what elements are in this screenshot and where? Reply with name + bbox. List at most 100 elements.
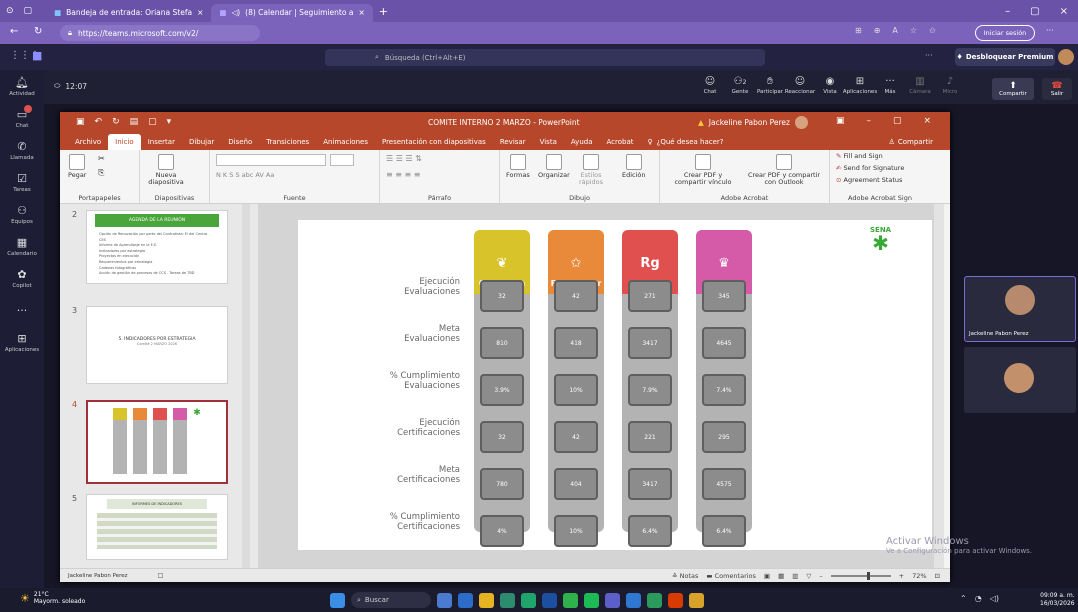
browser-tab-calendar[interactable]: ■ ◁) (8) Calendar | Seguimiento a × — [211, 3, 373, 22]
workspaces-icon[interactable]: ▢ — [24, 6, 33, 16]
volume-icon[interactable]: ◁) — [990, 594, 999, 603]
rail-item-llamada[interactable]: ✆ Llamada — [0, 134, 44, 166]
tab-archivo[interactable]: Archivo — [68, 134, 108, 150]
tab-vista[interactable]: Vista — [533, 134, 564, 150]
avatar[interactable] — [794, 116, 808, 129]
tab-presentacion[interactable]: Presentación con diapositivas — [375, 134, 493, 150]
tab-dibujar[interactable]: Dibujar — [182, 134, 221, 150]
slide-thumbnail[interactable]: AGENDA DE LA REUNIÓN Opción de Renovació… — [86, 210, 228, 284]
send-signature-button[interactable]: ✍ Send for Signature — [836, 164, 904, 172]
spotify-icon[interactable] — [584, 592, 599, 608]
wifi-icon[interactable]: ◔ — [975, 594, 982, 603]
minimize-icon[interactable]: – — [1005, 6, 1010, 17]
avatar[interactable] — [1058, 49, 1074, 65]
back-icon[interactable]: ← — [10, 26, 18, 37]
paste-button[interactable]: Pegar — [68, 154, 86, 179]
maximize-icon[interactable]: ▢ — [1030, 6, 1039, 17]
editing-button[interactable]: Edición — [622, 154, 646, 179]
sign-in-button[interactable]: Iniciar sesión — [975, 25, 1035, 41]
teams-icon[interactable] — [605, 592, 620, 608]
weather-widget[interactable]: ☀ 21°C Mayorm. soleado — [20, 591, 85, 605]
ribbon-options-icon[interactable]: ▣ — [836, 116, 845, 126]
widgets-icon[interactable] — [437, 592, 452, 608]
whatsapp-icon[interactable] — [563, 592, 578, 608]
start-icon[interactable] — [330, 592, 345, 608]
settings-icon[interactable] — [689, 592, 704, 608]
slide-canvas[interactable]: Ejecución Evaluaciones Meta Evaluaciones % C… — [298, 220, 932, 550]
read-aloud-icon[interactable]: A — [892, 26, 897, 35]
close-icon[interactable]: × — [924, 116, 932, 126]
new-tab-icon[interactable]: + — [379, 5, 388, 18]
create-pdf-outlook-button[interactable]: Crear PDF y compartir con Outlook — [746, 154, 822, 187]
leave-button[interactable]: ☎ Salir — [1042, 78, 1072, 100]
tab-insertar[interactable]: Insertar — [141, 134, 182, 150]
rail-item-actividad[interactable]: 🔔︎ Actividad — [0, 70, 44, 102]
edge-icon[interactable] — [500, 592, 515, 608]
notes-button[interactable]: ≙ Notas — [672, 572, 698, 580]
start-from-beginning-icon[interactable]: ▤ — [130, 117, 139, 127]
close-tab-icon[interactable]: × — [358, 8, 364, 17]
share-button[interactable]: ♙ Compartir — [882, 134, 940, 150]
tray-chevron-icon[interactable]: ⌃ — [960, 594, 967, 603]
task-view-icon[interactable] — [458, 592, 473, 608]
slide-thumbnail[interactable]: 5. INDICADORES POR ESTRATEGIA Comité 2 M… — [86, 306, 228, 384]
copy-icon[interactable]: ⎘ — [98, 168, 104, 177]
apps-icon[interactable]: ⊞ — [855, 26, 862, 35]
slide-scrollbar[interactable] — [934, 204, 944, 568]
tab-transiciones[interactable]: Transiciones — [259, 134, 316, 150]
store-icon[interactable] — [542, 592, 557, 608]
create-pdf-link-button[interactable]: Crear PDF y compartir vínculo — [668, 154, 738, 187]
browser-tab-outlook[interactable]: ■ Bandeja de entrada: Oriana Stefa × — [46, 4, 211, 22]
apps-button[interactable]: ⊞ Aplicaciones — [843, 76, 877, 95]
close-icon[interactable]: × — [1060, 6, 1068, 17]
tell-me-input[interactable]: ♀ ¿Qué desea hacer? — [641, 134, 731, 150]
favorites-icon[interactable]: ✩ — [929, 26, 936, 35]
agreement-status-button[interactable]: ⊙ Agreement Status — [836, 176, 902, 184]
outlook-icon[interactable] — [626, 592, 641, 608]
rail-item-calendario[interactable]: ▦ Calendario — [0, 230, 44, 262]
maximize-icon[interactable]: ▢ — [893, 116, 902, 126]
save-icon[interactable]: ▣ — [76, 117, 85, 127]
more-button[interactable]: ··· Más — [876, 76, 904, 95]
profile-icon[interactable]: ⊙ — [6, 6, 14, 16]
bullets-icon[interactable]: ☰ ☰ ☰ ⇅ — [386, 154, 422, 163]
share-button[interactable]: ⬆ Compartir — [992, 78, 1034, 100]
undo-icon[interactable]: ↶ — [95, 117, 103, 127]
file-explorer-icon[interactable] — [479, 592, 494, 608]
clock[interactable]: 09:09 a. m. 16/03/2026 — [1040, 592, 1075, 608]
tab-inicio[interactable]: Inicio — [108, 134, 141, 150]
new-slide-icon[interactable]: ▢ — [148, 117, 157, 127]
search-input[interactable]: ⌕ Búsqueda (Ctrl+Alt+E) — [325, 49, 765, 66]
react-button[interactable]: ☺ Reaccionar — [785, 76, 815, 95]
reading-view-icon[interactable]: ▥ — [792, 572, 798, 580]
tab-diseno[interactable]: Diseño — [221, 134, 259, 150]
chrome-icon[interactable] — [521, 592, 536, 608]
fit-slide-icon[interactable]: ⊡ — [935, 572, 940, 580]
cut-icon[interactable]: ✂ — [98, 154, 105, 163]
tab-revisar[interactable]: Revisar — [493, 134, 533, 150]
slideshow-icon[interactable]: ▽ — [806, 572, 811, 580]
font-format-bar[interactable]: N K S S abc AV Aa — [216, 171, 274, 179]
thumbnails-scrollbar[interactable] — [242, 204, 250, 568]
slide-thumbnail-selected[interactable]: ✱ — [86, 400, 228, 484]
minimize-icon[interactable]: – — [867, 116, 872, 126]
rail-item-chat[interactable]: ▭ Chat — [0, 102, 44, 134]
raise-hand-button[interactable]: ✋︎ Participar — [756, 76, 784, 95]
font-name-select[interactable] — [216, 154, 326, 166]
customize-icon[interactable]: ▾ — [167, 117, 172, 127]
zoom-thumb[interactable] — [866, 571, 870, 580]
participant-tile[interactable] — [964, 347, 1076, 413]
view-button[interactable]: ◉ Vista — [816, 76, 844, 95]
shapes-button[interactable]: Formas — [506, 154, 530, 179]
zoom-level[interactable]: 72% — [912, 572, 926, 580]
more-icon[interactable]: ··· — [1046, 26, 1054, 35]
rail-item-tareas[interactable]: ☑ Tareas — [0, 166, 44, 198]
comments-button[interactable]: ▬ Comentarios — [706, 572, 756, 580]
fill-sign-button[interactable]: ✎ Fill and Sign — [836, 152, 883, 160]
redo-icon[interactable]: ↻ — [112, 117, 120, 127]
tab-acrobat[interactable]: Acrobat — [600, 134, 641, 150]
taskbar-search[interactable]: ⌕ Buscar — [351, 592, 431, 608]
rail-item-aplicaciones[interactable]: ⊞ Aplicaciones — [0, 326, 44, 358]
chat-button[interactable]: ☺ Chat — [696, 76, 724, 95]
close-tab-icon[interactable]: × — [197, 8, 203, 17]
